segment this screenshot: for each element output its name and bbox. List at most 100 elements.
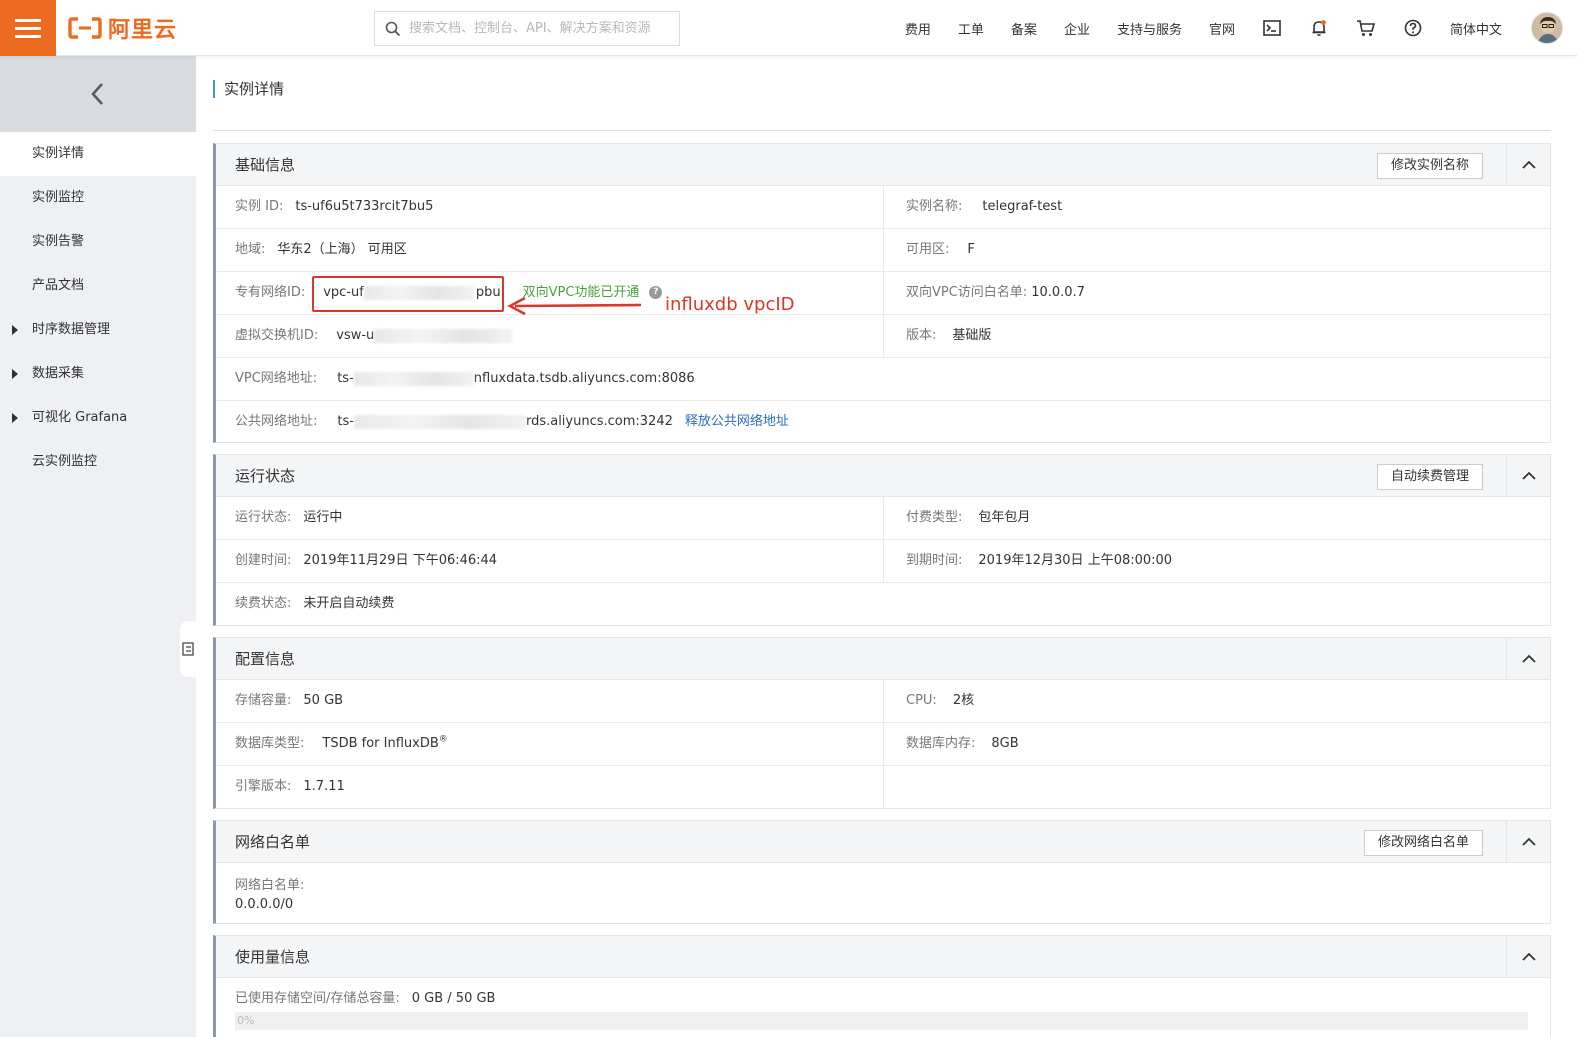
info-row: 实例 ID: ts-uf6u5t733rcit7bu5 实例名称: telegraf… (216, 186, 1550, 229)
info-row: 公共网络地址: ts-rds.aliyuncs.com:3242 释放公共网络地址 (216, 401, 1550, 444)
vswitch-id-prefix: vsw-u (336, 328, 375, 343)
sidebar-item-label: 时序数据管理 (32, 322, 111, 337)
sidebar-item-cloud-monitor[interactable]: 云实例监控 (0, 440, 196, 484)
field-label: 付费类型: (906, 510, 963, 525)
field-label: 网络白名单: (235, 878, 305, 893)
nav-icp[interactable]: 备案 (1011, 19, 1037, 38)
created-time-value: 2019年11月29日 下午06:46:44 (303, 553, 498, 568)
panel-header: 配置信息 (216, 638, 1550, 680)
field-label: 创建时间: (235, 553, 292, 568)
memory-value: 8GB (991, 736, 1019, 751)
sidebar-back-button[interactable] (0, 56, 196, 132)
renew-status-value: 未开启自动续费 (303, 596, 395, 611)
instance-id-value: ts-uf6u5t733rcit7bu5 (295, 199, 434, 214)
menu-icon[interactable] (0, 0, 56, 56)
pay-type-value: 包年包月 (978, 510, 1031, 525)
registered-mark: ® (438, 734, 448, 745)
release-public-address-link[interactable]: 释放公共网络地址 (685, 414, 789, 429)
top-nav: 费用 工单 备案 企业 支持与服务 官网 简体中文 (905, 0, 1577, 56)
sidebar: 实例详情 实例监控 实例告警 产品文档 时序数据管理 数据采集 可视化 Graf… (0, 56, 196, 1037)
field-label: 引擎版本: (235, 779, 292, 794)
nav-tickets[interactable]: 工单 (958, 19, 984, 38)
collapse-button[interactable] (1506, 821, 1550, 862)
usage-info-panel: 使用量信息 已使用存储空间/存储总容量: 0 GB / 50 GB 0% (213, 935, 1551, 1037)
info-row: 运行状态: 运行中 付费类型: 包年包月 (216, 497, 1550, 540)
caret-right-icon (12, 325, 18, 335)
caret-right-icon (12, 413, 18, 423)
sidebar-item-instance-monitor[interactable]: 实例监控 (0, 176, 196, 220)
caret-right-icon (12, 369, 18, 379)
bell-icon[interactable] (1309, 18, 1329, 38)
sidebar-toggle-handle[interactable] (180, 621, 196, 677)
nav-enterprise[interactable]: 企业 (1064, 19, 1090, 38)
panel-title: 基础信息 (235, 156, 296, 174)
sidebar-item-grafana[interactable]: 可视化 Grafana (0, 396, 196, 440)
edit-whitelist-button[interactable]: 修改网络白名单 (1363, 830, 1483, 856)
terminal-icon[interactable] (1262, 18, 1282, 38)
aliyun-logo[interactable]: 阿里云 (68, 14, 178, 43)
nav-support[interactable]: 支持与服务 (1117, 19, 1182, 38)
panel-header: 基础信息 修改实例名称 (216, 144, 1550, 186)
nav-website[interactable]: 官网 (1209, 19, 1235, 38)
info-row: 创建时间: 2019年11月29日 下午06:46:44 到期时间: 2019年12… (216, 540, 1550, 583)
field-label: VPC网络地址: (235, 371, 318, 386)
avatar[interactable] (1531, 12, 1563, 44)
help-icon[interactable] (1403, 18, 1423, 38)
redacted-region (353, 414, 526, 429)
nav-fees[interactable]: 费用 (905, 19, 931, 38)
chevron-up-icon (1521, 471, 1536, 480)
search-icon (385, 21, 401, 36)
chevron-up-icon (1521, 837, 1536, 846)
chevron-up-icon (1521, 654, 1536, 663)
config-info-panel: 配置信息 存储容量: 50 GB CPU: 2核 数据库类型: TSDB for In… (213, 637, 1551, 809)
collapse-button[interactable] (1506, 638, 1550, 679)
info-row: 存储容量: 50 GB CPU: 2核 (216, 680, 1550, 723)
panel-header: 网络白名单 修改网络白名单 (216, 821, 1550, 863)
run-status-value: 运行中 (303, 510, 343, 525)
sidebar-item-label: 数据采集 (32, 366, 85, 381)
help-icon[interactable]: ? (649, 286, 663, 299)
chevron-up-icon (1521, 160, 1536, 169)
sidebar-item-product-docs[interactable]: 产品文档 (0, 264, 196, 308)
field-label: 可用区: (906, 242, 950, 257)
rename-instance-button[interactable]: 修改实例名称 (1376, 153, 1483, 179)
info-row: 引擎版本: 1.7.11 (216, 766, 1550, 809)
region-value: 华东2（上海） 可用区 (277, 242, 407, 257)
sidebar-item-label: 实例监控 (32, 190, 85, 205)
progress-text: 0% (237, 1014, 255, 1027)
field-label: 双向VPC访问白名单: (906, 285, 1028, 300)
storage-value: 50 GB (303, 693, 344, 708)
sidebar-item-label: 可视化 Grafana (32, 410, 128, 425)
redacted-region (374, 328, 513, 343)
expire-time-value: 2019年12月30日 上午08:00:00 (978, 553, 1173, 568)
language-switch[interactable]: 简体中文 (1450, 19, 1502, 38)
collapse-button[interactable] (1506, 455, 1550, 496)
sidebar-item-instance-details[interactable]: 实例详情 (0, 132, 196, 176)
list-icon (182, 642, 194, 656)
panel-title: 运行状态 (235, 467, 296, 485)
search-input[interactable] (409, 13, 669, 44)
info-row: 续费状态: 未开启自动续费 (216, 583, 1550, 626)
public-address-suffix: rds.aliyuncs.com:3242 (525, 414, 673, 429)
vpc-whitelist-value: 10.0.0.7 (1031, 285, 1085, 300)
search-box[interactable] (374, 11, 680, 46)
engine-version-value: 1.7.11 (303, 779, 345, 794)
field-label: 到期时间: (906, 553, 963, 568)
sidebar-item-timeseries-data[interactable]: 时序数据管理 (0, 308, 196, 352)
logo-text: 阿里云 (108, 18, 178, 43)
aliyun-logo-icon (68, 17, 102, 39)
sidebar-item-label: 云实例监控 (32, 454, 98, 469)
auto-renew-button[interactable]: 自动续费管理 (1376, 464, 1483, 490)
cart-icon[interactable] (1356, 18, 1376, 38)
collapse-button[interactable] (1506, 144, 1550, 185)
field-label: CPU: (906, 693, 937, 708)
sidebar-item-instance-alert[interactable]: 实例告警 (0, 220, 196, 264)
field-label: 专有网络ID: (235, 285, 306, 300)
vpc-address-prefix: ts- (337, 371, 354, 386)
collapse-button[interactable] (1506, 936, 1550, 977)
field-label: 数据库内存: (906, 736, 976, 751)
info-row: 虚拟交换机ID: vsw-u 版本: 基础版 (216, 315, 1550, 358)
sidebar-item-data-collection[interactable]: 数据采集 (0, 352, 196, 396)
annotation-highlight-box (312, 276, 504, 312)
field-label: 已使用存储空间/存储总容量: (235, 991, 400, 1006)
